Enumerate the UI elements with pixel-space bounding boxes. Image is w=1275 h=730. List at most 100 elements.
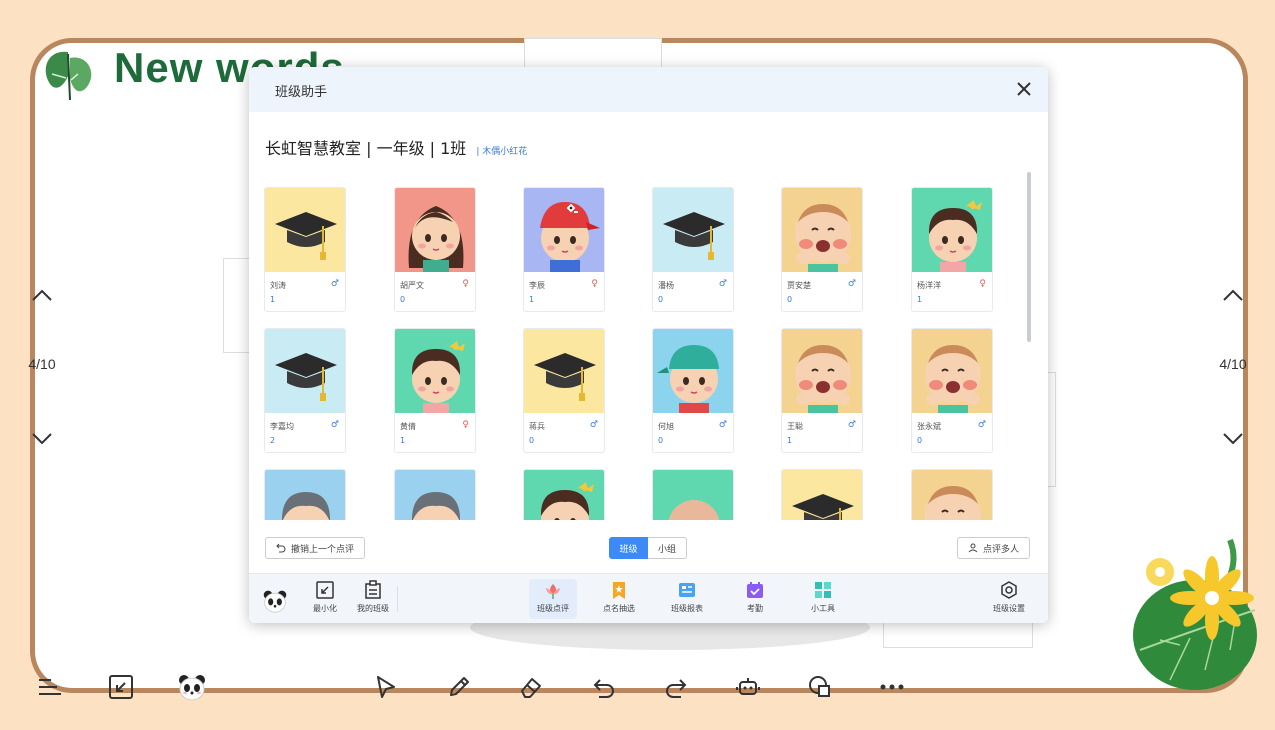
student-card[interactable] (394, 469, 476, 520)
student-name: 胡严文 (400, 281, 424, 290)
student-card[interactable] (264, 469, 346, 520)
minimize-button[interactable]: 最小化 (301, 580, 349, 614)
chevron-up-icon[interactable] (22, 282, 62, 310)
student-avatar (265, 188, 345, 272)
shapes-icon[interactable] (804, 671, 836, 703)
male-icon: ♂ (330, 279, 339, 289)
undo-icon[interactable] (588, 671, 620, 703)
student-card[interactable] (911, 469, 993, 520)
review-multiple-button[interactable]: 点评多人 (957, 537, 1031, 559)
class-review-button[interactable]: 班级点评 (529, 579, 577, 619)
right-page-nav: 4/10 (1213, 282, 1253, 452)
student-card[interactable]: 李嘉均 2 ♂ (264, 328, 346, 453)
attendance-button[interactable]: 考勤 (731, 580, 779, 614)
female-icon: ♀ (462, 279, 469, 289)
student-avatar (524, 329, 604, 413)
student-avatar (653, 329, 733, 413)
tab-group[interactable]: 小组 (648, 537, 687, 559)
undo-icon (276, 543, 286, 553)
student-points: 1 (270, 295, 276, 304)
review-multiple-label: 点评多人 (983, 544, 1020, 555)
dialog-footer: 最小化 我的班级 班级点评 点名抽选 班级报表 考勤 小工具 班级设置 (249, 573, 1048, 623)
more-icon[interactable] (876, 671, 908, 703)
bottom-toolbar (0, 665, 1275, 710)
butterfly-logo (45, 51, 92, 101)
student-name: 蒋兵 (529, 422, 545, 431)
student-points: 1 (917, 295, 923, 304)
tools-label: 小工具 (811, 604, 835, 613)
report-icon (679, 583, 695, 597)
student-card[interactable]: 王聪 1 ♂ (781, 328, 863, 453)
student-name: 李嘉均 (270, 422, 294, 431)
undo-review-button[interactable]: 撤销上一个点评 (265, 537, 366, 559)
student-card[interactable]: 刘涛 1 ♂ (264, 187, 346, 312)
tab-class[interactable]: 班级 (609, 537, 648, 559)
chevron-down-icon[interactable] (22, 424, 62, 452)
view-toggle: 班级 小组 (609, 537, 687, 559)
student-grid: 刘涛 1 ♂ 胡严文 0 ♀ 李辰 1 ♀ 潘杨 0 ♂ 贾安楚 0 ♂ 杨洋洋… (264, 187, 1024, 520)
eraser-icon[interactable] (515, 671, 547, 703)
male-icon: ♂ (977, 420, 986, 430)
student-avatar (524, 470, 604, 520)
panda-icon[interactable] (176, 671, 208, 703)
male-icon: ♂ (330, 420, 339, 430)
chevron-down-icon[interactable] (1213, 424, 1253, 452)
minimize-icon (316, 581, 334, 599)
student-card[interactable]: 潘杨 0 ♂ (652, 187, 734, 312)
student-avatar (395, 329, 475, 413)
minimize-label: 最小化 (313, 604, 337, 613)
student-card[interactable]: 杨洋洋 1 ♀ (911, 187, 993, 312)
male-icon: ♂ (589, 420, 598, 430)
class-report-button[interactable]: 班级报表 (663, 580, 711, 614)
student-card[interactable]: 张永斌 0 ♂ (911, 328, 993, 453)
chevron-up-icon[interactable] (1213, 282, 1253, 310)
student-name: 杨洋洋 (917, 281, 941, 290)
reward-tag[interactable]: | 木偶小红花 (476, 144, 527, 157)
student-avatar (265, 470, 345, 520)
student-points: 1 (400, 436, 406, 445)
student-avatar (912, 329, 992, 413)
class-settings-button[interactable]: 班级设置 (985, 580, 1033, 614)
student-points: 0 (917, 436, 923, 445)
redo-icon[interactable] (660, 671, 692, 703)
student-card[interactable] (781, 469, 863, 520)
student-card[interactable]: 黄倩 1 ♀ (394, 328, 476, 453)
student-card[interactable]: 李辰 1 ♀ (523, 187, 605, 312)
my-class-button[interactable]: 我的班级 (349, 580, 397, 614)
male-icon: ♂ (718, 420, 727, 430)
student-card[interactable]: 贾安楚 0 ♂ (781, 187, 863, 312)
student-avatar (524, 188, 604, 272)
robot-icon[interactable] (732, 671, 764, 703)
tools-button[interactable]: 小工具 (799, 580, 847, 614)
student-points: 0 (787, 295, 793, 304)
student-card[interactable]: 胡严文 0 ♀ (394, 187, 476, 312)
grid-tools-icon (815, 582, 831, 598)
scrollbar[interactable] (1027, 172, 1031, 342)
panda-avatar[interactable] (251, 580, 299, 617)
minimize-window-icon[interactable] (105, 671, 137, 703)
class-report-label: 班级报表 (671, 604, 703, 613)
male-icon: ♂ (847, 420, 856, 430)
female-icon: ♀ (462, 420, 469, 430)
student-points: 1 (529, 295, 535, 304)
menu-icon[interactable] (33, 671, 65, 703)
student-card[interactable] (652, 469, 734, 520)
student-card[interactable] (523, 469, 605, 520)
student-points: 2 (270, 436, 276, 445)
student-name: 潘杨 (658, 281, 674, 290)
student-avatar (395, 188, 475, 272)
student-avatar (395, 470, 475, 520)
student-avatar (782, 329, 862, 413)
student-avatar (782, 470, 862, 520)
student-avatar (782, 188, 862, 272)
student-avatar (912, 470, 992, 520)
class-name: 长虹智慧教室 | 一年级 | 1班 (265, 139, 467, 158)
pen-icon[interactable] (443, 671, 475, 703)
student-card[interactable]: 何旭 0 ♂ (652, 328, 734, 453)
student-points: 0 (658, 295, 664, 304)
cursor-icon[interactable] (370, 671, 402, 703)
student-card[interactable]: 蒋兵 0 ♂ (523, 328, 605, 453)
random-pick-button[interactable]: 点名抽选 (595, 580, 643, 614)
close-icon[interactable] (1014, 79, 1034, 99)
undo-review-label: 撤销上一个点评 (291, 544, 355, 555)
